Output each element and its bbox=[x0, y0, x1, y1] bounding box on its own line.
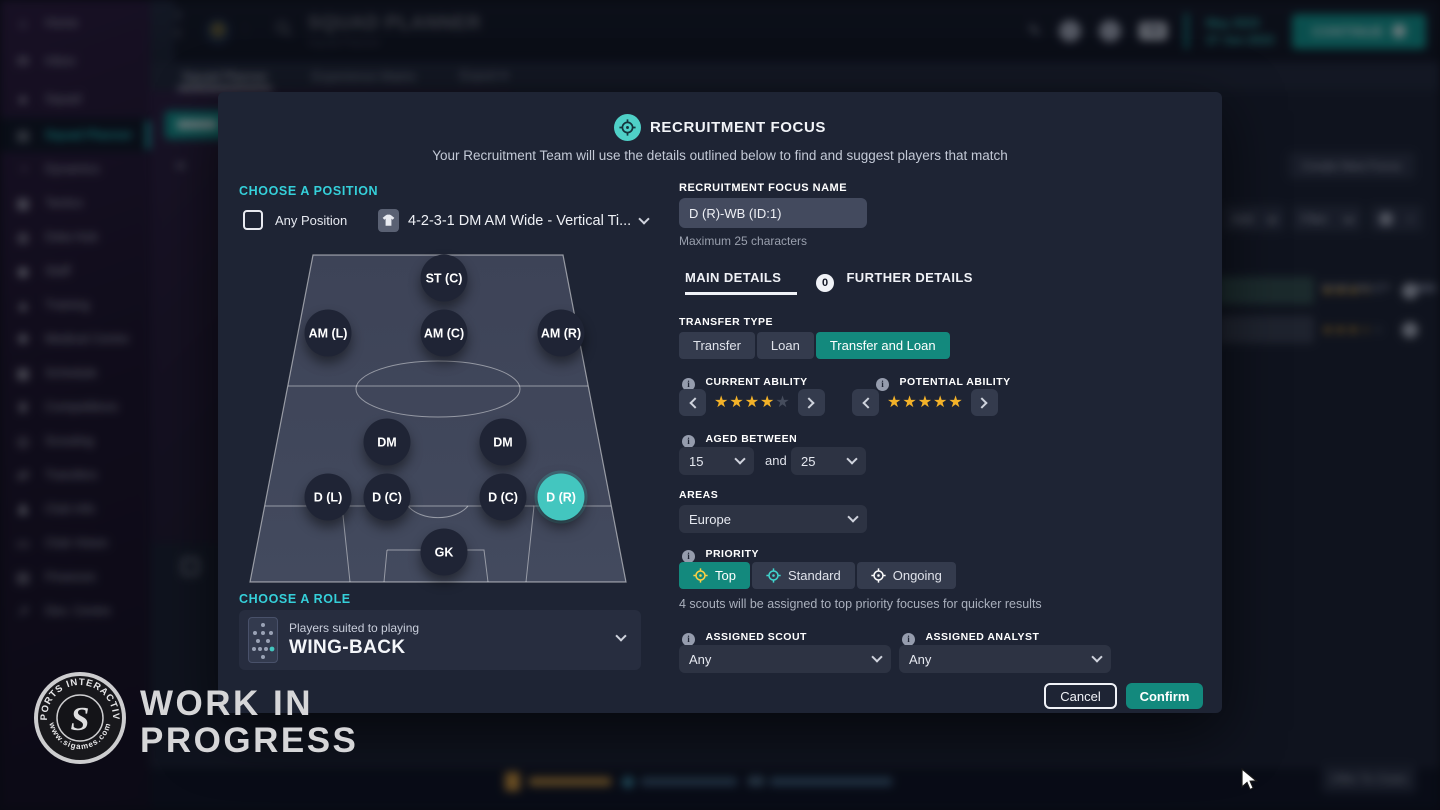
active-tab-underline bbox=[685, 292, 797, 295]
chevron-down-icon bbox=[615, 630, 626, 641]
formation-pitch: ST (C)AM (L)AM (C)AM (R)DMDMD (L)D (C)D … bbox=[232, 248, 644, 590]
areas-select[interactable]: Europe bbox=[679, 505, 867, 533]
priority-label-row: i PRIORITY bbox=[682, 544, 759, 563]
aged-between-label-row: i AGED BETWEEN bbox=[682, 429, 797, 448]
focus-name-hint: Maximum 25 characters bbox=[679, 234, 807, 248]
star-icon: ★ bbox=[745, 395, 759, 411]
role-dropdown[interactable]: Players suited to playing WING-BACK bbox=[239, 610, 641, 670]
position-d-c[interactable]: D (C) bbox=[480, 474, 527, 521]
modal-title: RECRUITMENT FOCUS bbox=[650, 119, 826, 136]
chevron-down-icon bbox=[734, 453, 745, 464]
transfer-type-transfer[interactable]: Transfer bbox=[679, 332, 755, 359]
confirm-button[interactable]: Confirm bbox=[1126, 683, 1203, 709]
further-details-badge: 0 bbox=[816, 274, 834, 292]
position-am-c[interactable]: AM (C) bbox=[421, 310, 468, 357]
formation-dropdown[interactable]: 4-2-3-1 DM AM Wide - Vertical Ti... bbox=[378, 209, 648, 232]
priority-scope-icon bbox=[693, 568, 708, 583]
priority-segments: TopStandardOngoing bbox=[679, 562, 956, 589]
choose-a-role-heading: CHOOSE A ROLE bbox=[239, 592, 351, 606]
increase-button[interactable] bbox=[798, 389, 825, 416]
priority-note: 4 scouts will be assigned to top priorit… bbox=[679, 597, 1042, 611]
tab-main-details[interactable]: MAIN DETAILS bbox=[685, 270, 781, 285]
chevron-down-icon bbox=[846, 453, 857, 464]
position-st-c[interactable]: ST (C) bbox=[421, 255, 468, 302]
decrease-button[interactable] bbox=[679, 389, 706, 416]
assigned-scout-label-row: i ASSIGNED SCOUT bbox=[682, 627, 807, 646]
star-icon: ★ bbox=[918, 395, 932, 411]
priority-top[interactable]: Top bbox=[679, 562, 750, 589]
role-name: WING-BACK bbox=[289, 637, 419, 659]
potential-ability-stars: ★★★★★ bbox=[887, 395, 963, 411]
decrease-button[interactable] bbox=[852, 389, 879, 416]
position-gk[interactable]: GK bbox=[421, 529, 468, 576]
formation-name: 4-2-3-1 DM AM Wide - Vertical Ti... bbox=[408, 213, 631, 229]
chevron-down-icon bbox=[871, 651, 882, 662]
chevron-down-icon bbox=[847, 511, 858, 522]
star-icon: ★ bbox=[887, 395, 901, 411]
star-icon: ★ bbox=[948, 395, 962, 411]
and-label: and bbox=[765, 453, 787, 468]
focus-name-label: RECRUITMENT FOCUS NAME bbox=[679, 182, 847, 194]
position-d-r-selected[interactable]: D (R) bbox=[538, 474, 585, 521]
star-icon: ★ bbox=[714, 395, 728, 411]
kit-shirt-icon bbox=[378, 209, 399, 232]
info-icon[interactable]: i bbox=[682, 435, 695, 448]
info-icon[interactable]: i bbox=[682, 633, 695, 646]
any-position-label: Any Position bbox=[275, 213, 347, 228]
increase-button[interactable] bbox=[971, 389, 998, 416]
position-dm[interactable]: DM bbox=[364, 419, 411, 466]
info-icon[interactable]: i bbox=[902, 633, 915, 646]
chevron-down-icon bbox=[1091, 651, 1102, 662]
areas-label: AREAS bbox=[679, 489, 718, 501]
transfer-type-label: TRANSFER TYPE bbox=[679, 316, 773, 328]
mini-formation-icon bbox=[248, 617, 278, 663]
recruitment-focus-modal: RECRUITMENT FOCUS Your Recruitment Team … bbox=[218, 92, 1222, 713]
mouse-cursor bbox=[1240, 768, 1262, 792]
position-am-l[interactable]: AM (L) bbox=[305, 310, 352, 357]
star-icon: ★ bbox=[760, 395, 774, 411]
tab-further-details[interactable]: 0 FURTHER DETAILS bbox=[816, 269, 973, 292]
choose-a-position-heading: CHOOSE A POSITION bbox=[239, 184, 378, 198]
assigned-analyst-label-row: i ASSIGNED ANALYST bbox=[902, 627, 1039, 646]
current-ability-label-row: i CURRENT ABILITY bbox=[682, 372, 808, 391]
priority-scope-icon bbox=[766, 568, 781, 583]
current-ability-stepper: ★★★★★ bbox=[679, 389, 825, 416]
priority-ongoing[interactable]: Ongoing bbox=[857, 562, 956, 589]
modal-subtitle: Your Recruitment Team will use the detai… bbox=[218, 148, 1222, 163]
transfer-type-transfer-and-loan[interactable]: Transfer and Loan bbox=[816, 332, 950, 359]
assigned-scout-select[interactable]: Any bbox=[679, 645, 891, 673]
priority-standard[interactable]: Standard bbox=[752, 562, 855, 589]
role-prefix: Players suited to playing bbox=[289, 621, 419, 635]
potential-ability-stepper: ★★★★★ bbox=[852, 389, 998, 416]
transfer-type-loan[interactable]: Loan bbox=[757, 332, 814, 359]
focus-name-input[interactable] bbox=[679, 198, 867, 228]
screen: ‹ › ⋮ SQUAD PLANNER Squad Planner ✎ FM M… bbox=[0, 0, 1440, 810]
cancel-button[interactable]: Cancel bbox=[1044, 683, 1117, 709]
recruitment-focus-icon bbox=[614, 114, 641, 141]
potential-ability-label-row: i POTENTIAL ABILITY bbox=[876, 372, 1011, 391]
any-position-checkbox[interactable] bbox=[243, 210, 263, 230]
position-dm[interactable]: DM bbox=[480, 419, 527, 466]
chevron-down-icon bbox=[639, 213, 650, 224]
star-icon: ★ bbox=[775, 395, 789, 411]
star-icon: ★ bbox=[729, 395, 743, 411]
any-position-row: Any Position bbox=[243, 210, 347, 230]
info-icon[interactable]: i bbox=[682, 550, 695, 563]
position-am-r[interactable]: AM (R) bbox=[538, 310, 585, 357]
age-min-select[interactable]: 15 bbox=[679, 447, 754, 475]
current-ability-stars: ★★★★★ bbox=[714, 395, 790, 411]
star-icon: ★ bbox=[902, 395, 916, 411]
age-max-select[interactable]: 25 bbox=[791, 447, 866, 475]
assigned-analyst-select[interactable]: Any bbox=[899, 645, 1111, 673]
transfer-type-segments: TransferLoanTransfer and Loan bbox=[679, 332, 950, 359]
priority-scope-icon bbox=[871, 568, 886, 583]
position-d-l[interactable]: D (L) bbox=[305, 474, 352, 521]
star-icon: ★ bbox=[933, 395, 947, 411]
position-d-c[interactable]: D (C) bbox=[364, 474, 411, 521]
